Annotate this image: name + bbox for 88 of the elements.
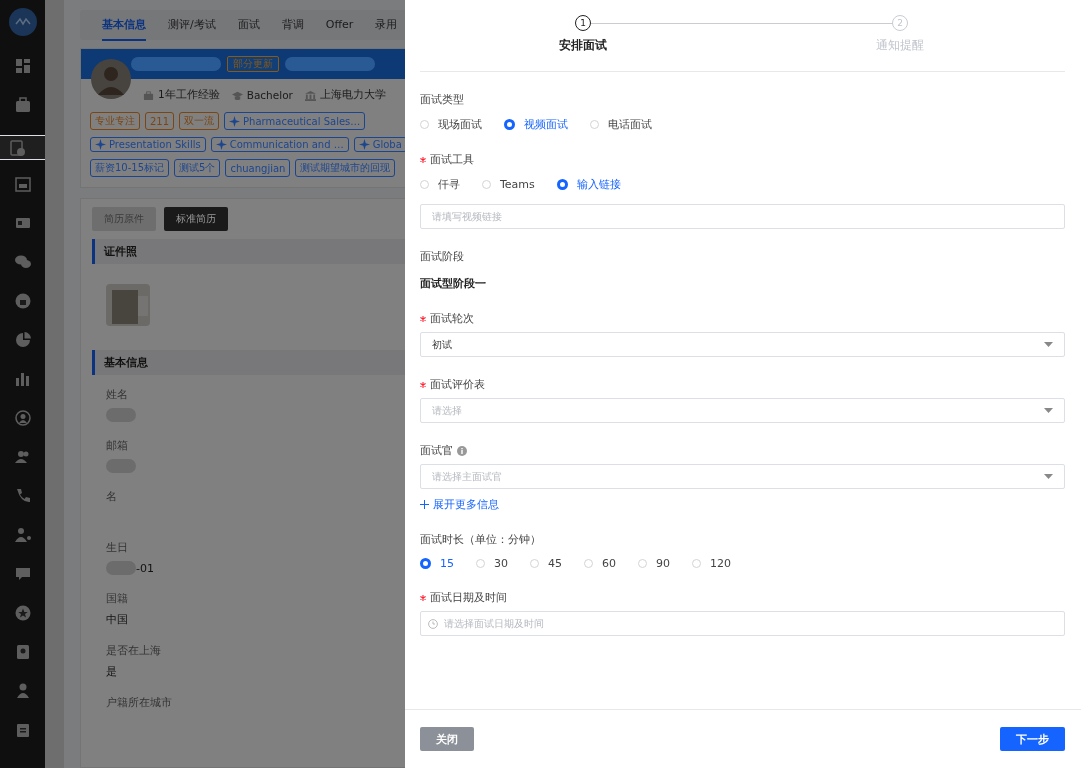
tag: Communication and …	[210, 137, 349, 152]
field-label: 是否在上海	[106, 643, 162, 658]
close-button[interactable]: 关闭	[420, 727, 474, 751]
radio-option[interactable]: 15	[420, 557, 454, 570]
radio-option[interactable]: 60	[584, 557, 616, 570]
radio-option[interactable]: 电话面试	[590, 117, 652, 132]
briefcase-icon	[143, 89, 154, 101]
form-label: 面试轮次	[430, 311, 474, 326]
radio-button[interactable]	[504, 119, 515, 130]
grid-icon	[13, 57, 32, 75]
field-label: 邮箱	[106, 438, 129, 453]
form-label: 面试工具	[430, 152, 474, 167]
radio-option[interactable]: 输入链接	[556, 177, 621, 192]
tag: 211	[145, 112, 175, 130]
field-label: 名	[106, 489, 118, 504]
step-number: 1	[575, 15, 591, 31]
form-label: 面试类型	[420, 92, 464, 107]
radio-option[interactable]: 30	[476, 557, 508, 570]
tag: Presentation Skills	[90, 137, 206, 152]
caret-icon	[1044, 474, 1053, 479]
sidebar-item[interactable]	[0, 135, 45, 160]
radio-option[interactable]: 仟寻	[420, 177, 460, 192]
document-person-icon	[7, 138, 26, 157]
radio-button[interactable]	[420, 558, 431, 569]
field-value: 面试型阶段一	[420, 276, 487, 291]
bar-chart-icon	[13, 370, 32, 388]
avatar	[91, 59, 131, 99]
tag: 专业专注	[90, 112, 140, 130]
person-circle-icon	[13, 409, 32, 427]
select-field[interactable]: 初试	[420, 332, 1065, 357]
bank-building-icon	[304, 89, 316, 101]
sparkle-icon	[358, 139, 370, 150]
profile-info: 上海电力大学	[319, 88, 386, 102]
next-button[interactable]: 下一步	[1000, 727, 1065, 751]
expand-link[interactable]: 展开更多信息	[420, 497, 499, 512]
chat-icon	[13, 565, 32, 583]
pie-chart-icon	[13, 331, 32, 349]
profile-info: Bachelor	[246, 89, 293, 101]
radio-option[interactable]: 120	[692, 557, 731, 570]
tab[interactable]: 录用	[375, 9, 398, 41]
calendar-icon	[13, 175, 32, 193]
radio-option[interactable]: 现场面试	[420, 117, 482, 132]
step-number: 2	[892, 15, 908, 31]
caret-icon	[1044, 342, 1053, 347]
graduation-cap-icon	[231, 89, 243, 101]
radio-option[interactable]: Teams	[482, 177, 535, 192]
tag: chuangjian	[225, 159, 291, 177]
field-label: 国籍	[106, 591, 129, 606]
view-toggle-button[interactable]: 标准简历	[164, 207, 228, 231]
section-title: 基本信息	[104, 356, 148, 369]
sparkle-icon	[215, 139, 227, 150]
tag: 测试5个	[174, 159, 221, 177]
logo-icon[interactable]	[8, 8, 37, 36]
sparkle-icon	[229, 115, 241, 127]
tab[interactable]: Offer	[325, 10, 354, 40]
radio-button[interactable]	[556, 179, 568, 190]
sparkle-icon	[95, 139, 106, 150]
section-title: 证件照	[104, 245, 137, 258]
profile-info: 1年工作经验	[158, 88, 220, 102]
clock-icon	[428, 618, 438, 629]
radio-option[interactable]: 视频面试	[504, 117, 568, 132]
tag: 双一流	[179, 112, 220, 130]
form-label: 面试阶段	[420, 249, 464, 264]
tag: 测试期望城市的回现	[295, 159, 396, 177]
form-label: 面试时长（单位：分钟）	[420, 532, 541, 547]
tab[interactable]: 背调	[281, 9, 304, 41]
tag: Globa	[353, 137, 407, 152]
field-label: 户籍所在城市	[106, 695, 173, 710]
tag: Pharmaceutical Sales…	[224, 112, 366, 130]
tab[interactable]: 测评/考试	[168, 9, 216, 41]
field-label: 姓名	[106, 387, 129, 402]
step-label: 通知提醒	[876, 37, 924, 54]
form-label: 面试日期及时间	[430, 590, 507, 605]
radio-option[interactable]: 45	[530, 557, 562, 570]
radio-option[interactable]: 90	[638, 557, 670, 570]
plus-icon	[420, 500, 429, 509]
chat-bubbles-icon	[13, 253, 32, 271]
info-icon[interactable]	[457, 445, 467, 456]
tag: 薪资10-15标记	[90, 159, 170, 177]
tab[interactable]: 面试	[237, 9, 260, 41]
caret-icon	[1044, 408, 1053, 413]
status-badge: 部分更新	[227, 56, 279, 72]
form-label: 面试评价表	[430, 377, 485, 392]
step-label: 安排面试	[559, 37, 607, 54]
field-label: 生日	[106, 540, 129, 555]
briefcase-icon	[13, 96, 32, 114]
form-label: 面试官	[420, 443, 453, 458]
field-value: -01	[136, 561, 154, 575]
